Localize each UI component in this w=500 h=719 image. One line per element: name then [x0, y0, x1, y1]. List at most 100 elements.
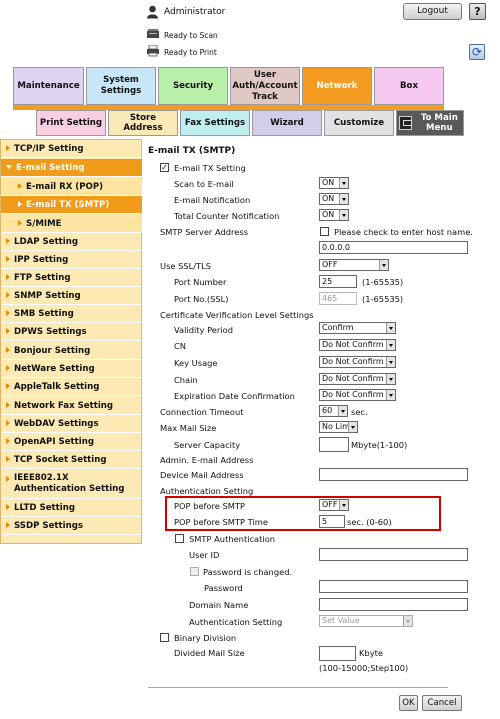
printer-icon — [146, 44, 160, 57]
connection-timeout-unit: sec. — [351, 407, 368, 417]
cn-select[interactable]: Do Not Confirm — [319, 339, 396, 351]
sidebar-item-smb[interactable]: SMB Setting — [1, 305, 142, 323]
max-mail-size-select[interactable]: No Limit — [319, 421, 358, 433]
chain-select[interactable]: Do Not Confirm — [319, 373, 396, 385]
use-ssl-tls-select[interactable]: OFF — [319, 259, 389, 271]
sidebar-item-openapi[interactable]: OpenAPI Setting — [1, 433, 142, 451]
status-print: Ready to Print — [164, 48, 217, 57]
domain-name-label: Domain Name — [189, 600, 249, 610]
tab-maintenance[interactable]: Maintenance — [13, 67, 84, 105]
key-usage-select[interactable]: Do Not Confirm — [319, 356, 396, 368]
smtp-authentication-label: SMTP Authentication — [189, 534, 276, 544]
max-mail-size-label: Max Mail Size — [160, 423, 217, 433]
cancel-button[interactable]: Cancel — [422, 695, 462, 711]
email-notification-select[interactable]: ON — [319, 193, 349, 205]
password-input[interactable] — [319, 580, 468, 593]
domain-name-input[interactable] — [319, 598, 468, 611]
sidebar-item-email-rx-pop[interactable]: E-mail RX (POP) — [1, 178, 142, 196]
email-tx-setting-label: E-mail TX Setting — [174, 163, 246, 173]
authentication-setting-label: Authentication Setting — [189, 617, 283, 627]
sidebar-item-ftp[interactable]: FTP Setting — [1, 269, 142, 287]
divided-mail-size-input[interactable] — [319, 646, 356, 661]
pop-before-smtp-select[interactable]: OFF — [319, 499, 349, 511]
device-mail-address-label: Device Mail Address — [160, 470, 244, 480]
cn-label: CN — [174, 341, 186, 351]
tab-box[interactable]: Box — [374, 67, 444, 105]
expiration-date-select[interactable]: Do Not Confirm — [319, 389, 396, 401]
authentication-setting-select[interactable]: Set Value — [319, 615, 413, 627]
divided-mail-size-range: (100-15000;Step100) — [319, 663, 409, 673]
sidebar-item-network-fax[interactable]: Network Fax Setting — [1, 397, 142, 415]
sidebar-item-ldap[interactable]: LDAP Setting — [1, 233, 142, 251]
scan-to-email-label: Scan to E-mail — [174, 179, 234, 189]
hostname-check-label: Please check to enter host name. — [334, 227, 473, 237]
status-scan: Ready to Scan — [164, 31, 218, 40]
connection-timeout-select[interactable]: 60 — [319, 405, 348, 417]
password-changed-checkbox[interactable] — [190, 567, 199, 576]
sidebar-item-ssdp[interactable]: SSDP Settings — [1, 517, 142, 535]
pop-before-smtp-label: POP before SMTP — [174, 501, 246, 511]
tab-to-main-menu[interactable]: To Main Menu — [396, 110, 464, 136]
sidebar-item-netware[interactable]: NetWare Setting — [1, 360, 142, 378]
total-counter-notification-label: Total Counter Notification — [174, 211, 280, 221]
scanner-icon — [146, 28, 160, 40]
help-button[interactable]: ? — [469, 3, 486, 20]
tab-security[interactable]: Security — [158, 67, 228, 105]
tab-print-setting[interactable]: Print Setting — [36, 110, 106, 136]
scan-to-email-select[interactable]: ON — [319, 177, 349, 189]
tab-wizard[interactable]: Wizard — [252, 110, 322, 136]
pop-before-smtp-time-label: POP before SMTP Time — [174, 517, 268, 527]
sidebar-item-smime[interactable]: S/MIME — [1, 215, 142, 233]
sidebar-item-email-tx-smtp[interactable]: E-mail TX (SMTP) — [1, 196, 142, 214]
key-usage-label: Key Usage — [174, 358, 218, 368]
tab-fax-settings[interactable]: Fax Settings — [180, 110, 250, 136]
port-number-label: Port Number — [174, 277, 227, 287]
tab-system-settings[interactable]: System Settings — [86, 67, 156, 105]
port-number-input[interactable]: 25 — [319, 275, 357, 288]
port-no-ssl-input[interactable]: 465 — [319, 292, 357, 305]
tab-store-address[interactable]: Store Address — [108, 110, 178, 136]
sidebar-item-dpws[interactable]: DPWS Settings — [1, 323, 142, 341]
binary-division-checkbox[interactable] — [160, 633, 169, 642]
total-counter-notification-select[interactable]: ON — [319, 209, 349, 221]
smtp-server-address-label: SMTP Server Address — [160, 227, 249, 237]
sidebar-item-tcpip[interactable]: TCP/IP Setting — [1, 140, 142, 158]
user-id-input[interactable] — [319, 548, 468, 561]
server-capacity-input[interactable] — [319, 437, 349, 452]
sidebar-item-bonjour[interactable]: Bonjour Setting — [1, 342, 142, 360]
sidebar-item-lltd[interactable]: LLTD Setting — [1, 499, 142, 517]
sidebar-item-appletalk[interactable]: AppleTalk Setting — [1, 378, 142, 396]
main-menu-icon — [399, 116, 412, 130]
logout-button[interactable]: Logout — [403, 3, 462, 20]
smtp-authentication-checkbox[interactable] — [175, 534, 184, 543]
sidebar: TCP/IP Setting E-mail Setting E-mail RX … — [0, 139, 142, 544]
server-capacity-unit: Mbyte(1-100) — [351, 440, 408, 450]
ok-button[interactable]: OK — [399, 695, 418, 711]
sidebar-item-ipp[interactable]: IPP Setting — [1, 251, 142, 269]
sidebar-item-webdav[interactable]: WebDAV Settings — [1, 415, 142, 433]
tab-user-auth-account-track[interactable]: User Auth/Account Track — [230, 67, 300, 105]
sidebar-item-snmp[interactable]: SNMP Setting — [1, 287, 142, 305]
smtp-server-address-input[interactable]: 0.0.0.0 — [319, 241, 468, 254]
sidebar-item-tcp-socket[interactable]: TCP Socket Setting — [1, 451, 142, 469]
email-tx-setting-checkbox[interactable]: ✓ — [160, 163, 169, 172]
tab-customize[interactable]: Customize — [324, 110, 394, 136]
connection-timeout-label: Connection Timeout — [160, 407, 244, 417]
port-no-ssl-label: Port No.(SSL) — [174, 294, 229, 304]
sidebar-item-ieee8021x[interactable]: IEEE802.1X Authentication Setting — [1, 470, 142, 499]
pop-before-smtp-time-input[interactable]: 5 — [319, 515, 345, 528]
password-changed-label: Password is changed. — [203, 567, 293, 577]
chain-label: Chain — [174, 375, 198, 385]
sidebar-item-email-setting[interactable]: E-mail Setting — [1, 159, 142, 177]
port-number-range: (1-65535) — [362, 277, 404, 287]
auth-setting-heading: Authentication Setting — [160, 486, 254, 496]
validity-period-select[interactable]: Confirm — [319, 322, 396, 334]
tab-network[interactable]: Network — [302, 67, 372, 105]
refresh-icon[interactable]: ⟳ — [469, 44, 485, 60]
device-mail-address-input[interactable] — [319, 468, 468, 481]
port-no-ssl-range: (1-65535) — [362, 294, 404, 304]
hostname-checkbox[interactable] — [320, 227, 329, 236]
use-ssl-tls-label: Use SSL/TLS — [160, 261, 212, 271]
binary-division-label: Binary Division — [174, 633, 237, 643]
server-capacity-label: Server Capacity — [174, 440, 241, 450]
